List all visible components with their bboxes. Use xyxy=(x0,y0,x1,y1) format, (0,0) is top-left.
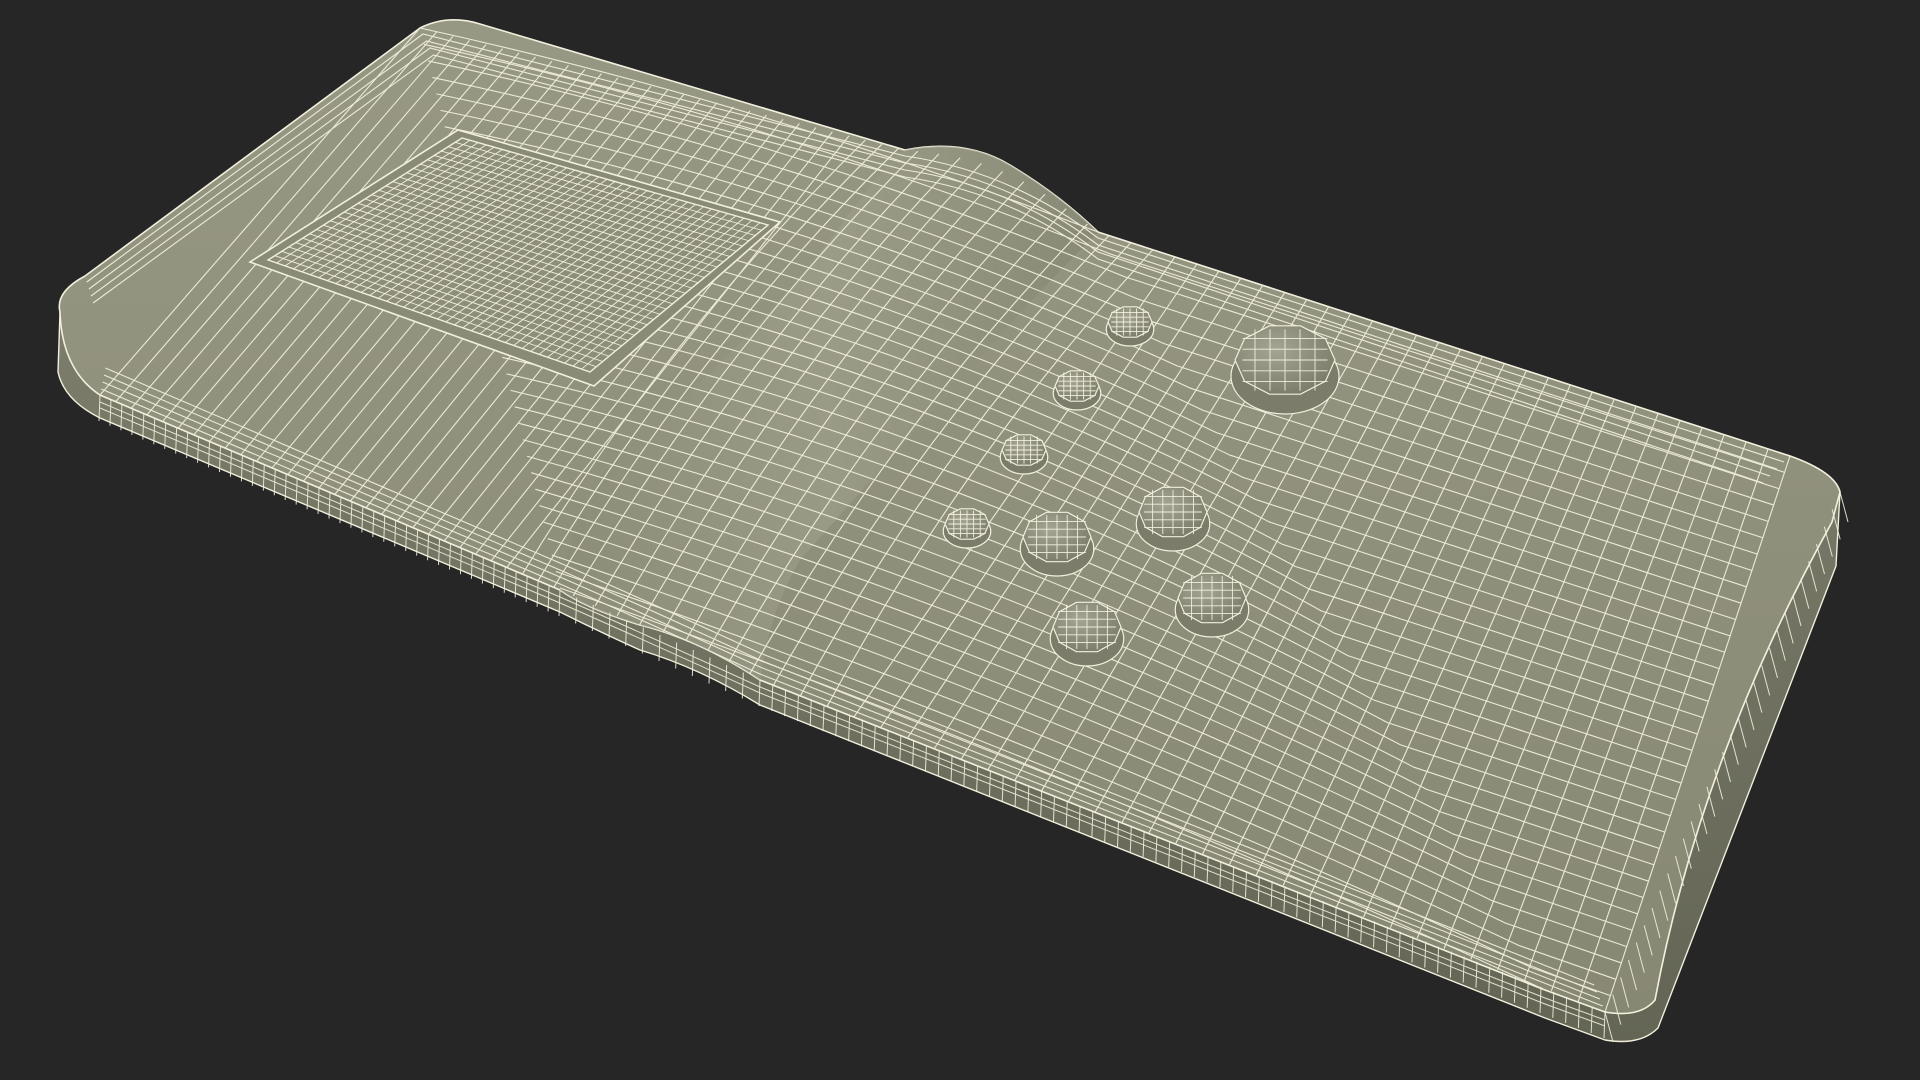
wireframe-model-render xyxy=(57,19,1849,1043)
round-button-icon xyxy=(1135,486,1211,552)
side-segment xyxy=(1839,491,1849,523)
round-button-icon xyxy=(942,508,992,549)
round-button-icon xyxy=(999,434,1049,475)
round-button-icon xyxy=(1230,325,1340,415)
round-button-icon xyxy=(1049,601,1125,667)
round-button-icon xyxy=(1019,511,1095,577)
round-button-icon xyxy=(1052,370,1102,411)
render-viewport xyxy=(0,0,1920,1080)
round-button-icon xyxy=(1174,572,1250,638)
round-button-icon xyxy=(1105,306,1155,347)
